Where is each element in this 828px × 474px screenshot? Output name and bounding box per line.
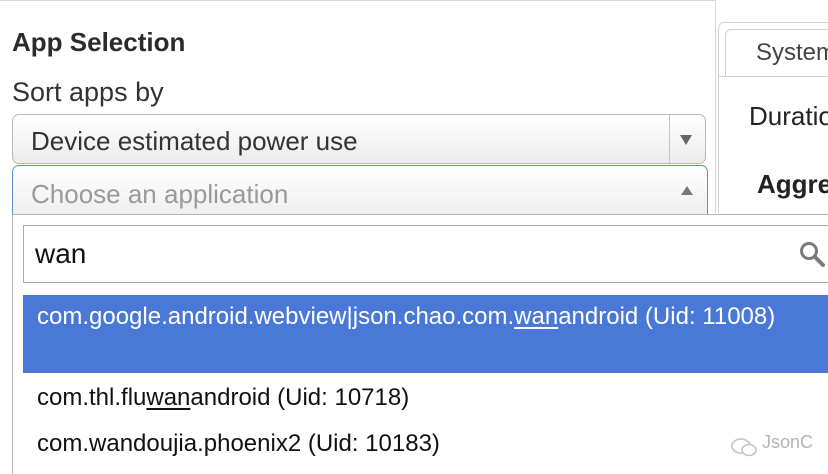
search-box[interactable] bbox=[23, 225, 828, 283]
chooser-placeholder: Choose an application bbox=[31, 179, 289, 209]
tab-divider bbox=[719, 76, 828, 77]
result-text-post: android (Uid: 10718) bbox=[190, 384, 410, 411]
section-title: App Selection bbox=[12, 27, 186, 57]
application-search-input[interactable] bbox=[24, 226, 784, 282]
chevron-down-icon bbox=[680, 135, 692, 145]
duration-label: Duratio bbox=[749, 101, 828, 131]
chevron-up-icon bbox=[681, 186, 693, 195]
result-text-pre: com.thl.flu bbox=[37, 384, 147, 411]
sort-apps-select[interactable]: Device estimated power use bbox=[12, 114, 706, 164]
aggregate-label: Aggre bbox=[757, 169, 828, 199]
result-text-post: android (Uid: 11008) bbox=[558, 303, 776, 330]
result-match: wan bbox=[514, 303, 559, 330]
result-item-fluwanandroid[interactable]: com.thl.fluwanandroid (Uid: 10718) bbox=[23, 381, 828, 417]
sort-selected-value: Device estimated power use bbox=[31, 126, 358, 156]
search-icon bbox=[800, 242, 825, 267]
tab-system[interactable]: System bbox=[725, 29, 828, 77]
wechat-icon bbox=[731, 438, 757, 457]
result-match: wan bbox=[146, 384, 191, 411]
result-item-wandoujia[interactable]: com.wandoujia.phoenix2 (Uid: 10183) bbox=[23, 427, 828, 463]
result-text-pre: com.google.android.webview|json.chao.com… bbox=[37, 303, 515, 330]
watermark-text: JsonC bbox=[762, 432, 814, 452]
sort-dropdown-toggle[interactable] bbox=[669, 115, 705, 163]
result-item-webview[interactable]: com.google.android.webview|json.chao.com… bbox=[23, 295, 828, 373]
application-dropdown: com.google.android.webview|json.chao.com… bbox=[12, 214, 828, 474]
application-chooser[interactable]: Choose an application bbox=[12, 165, 708, 217]
sort-apps-label: Sort apps by bbox=[12, 77, 164, 107]
